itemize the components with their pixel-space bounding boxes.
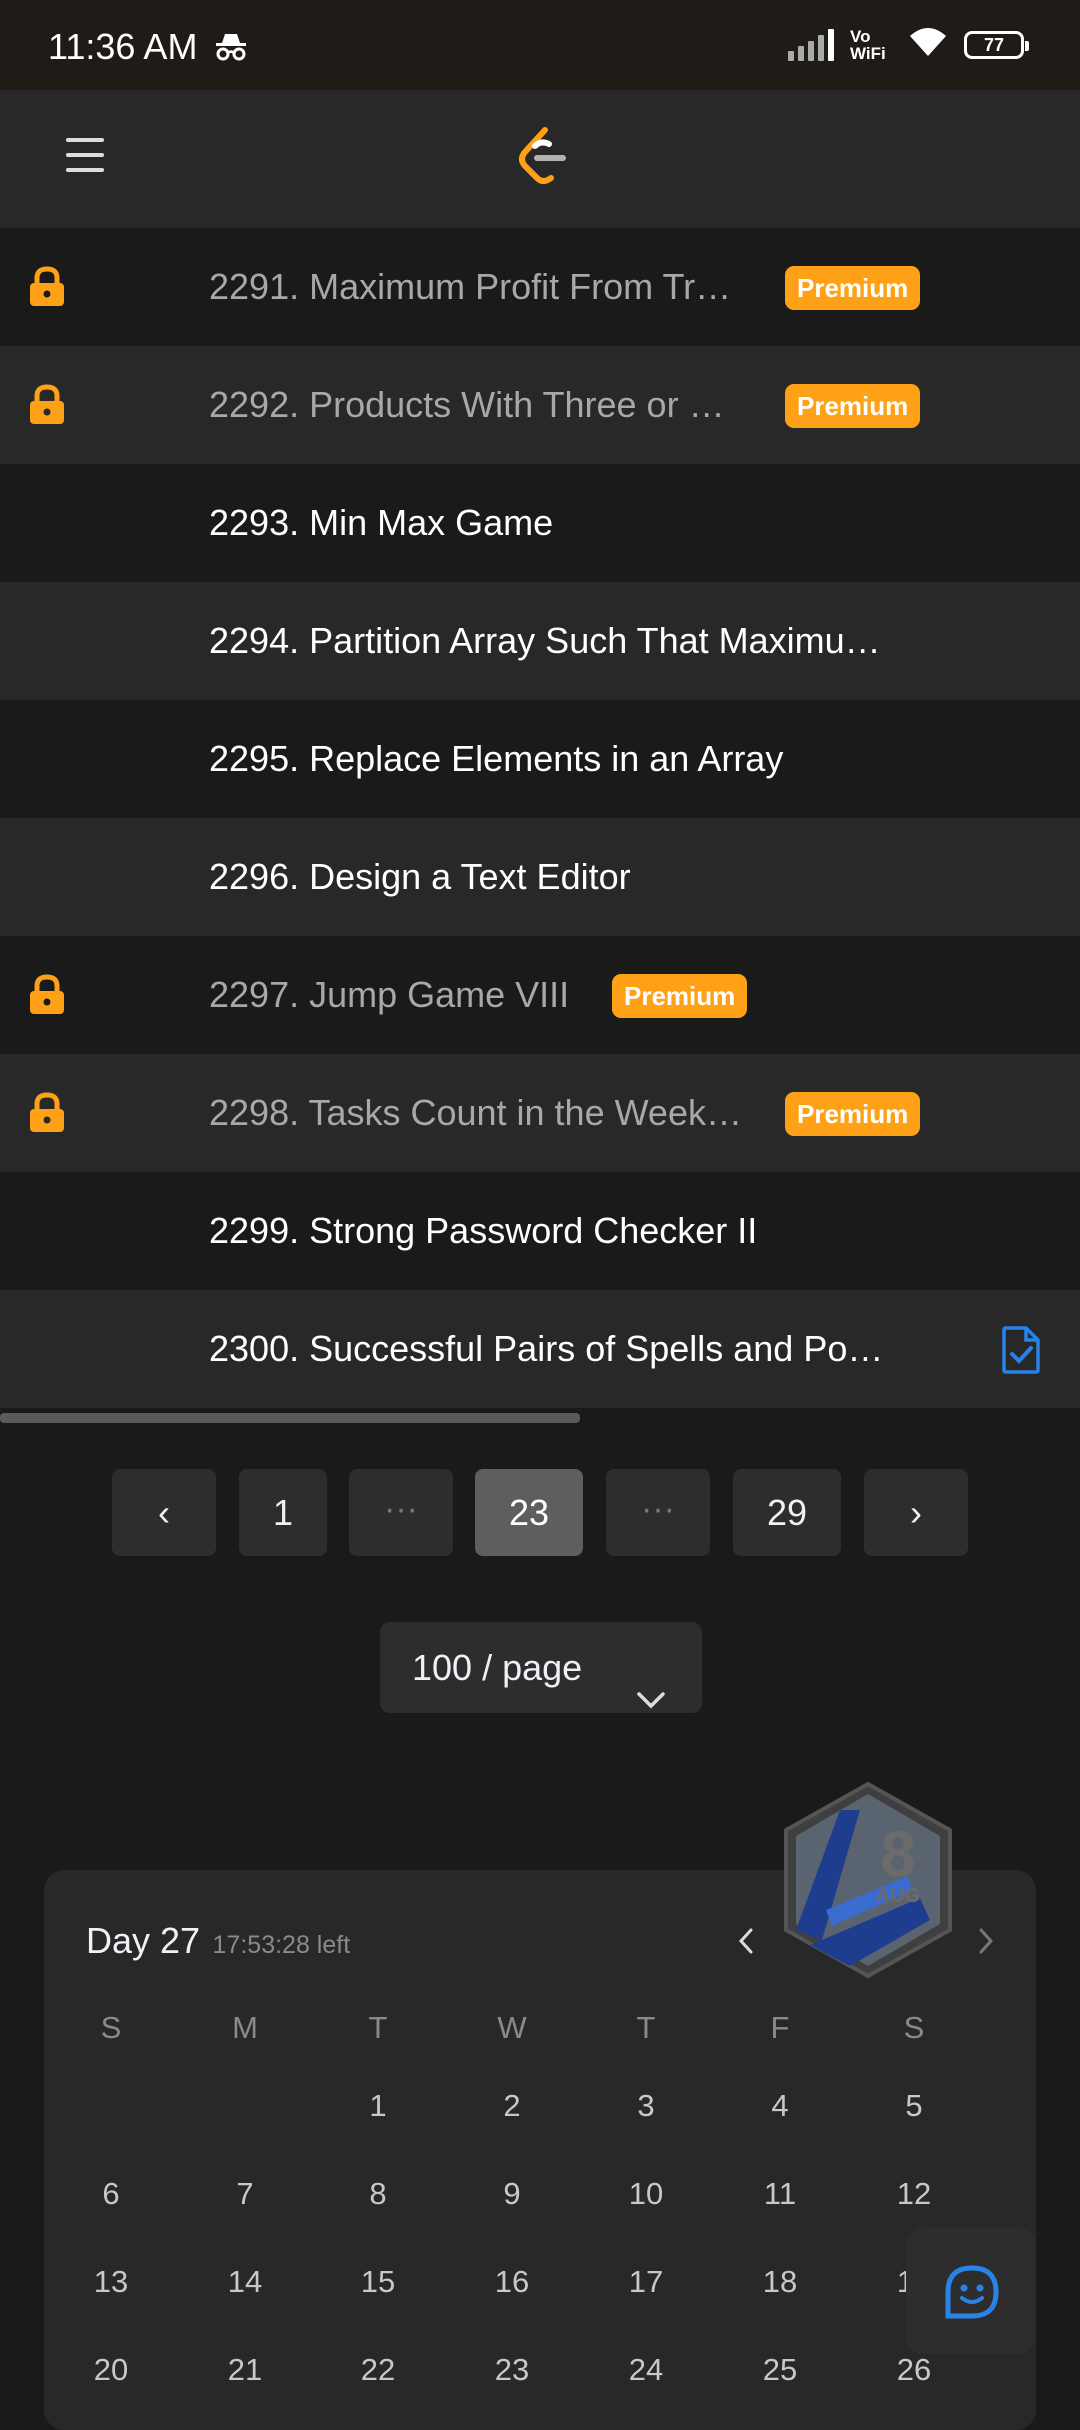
page-size-label: 100 / page (412, 1647, 583, 1688)
problem-row[interactable]: 2297. Jump Game VIII Premium (0, 936, 1080, 1054)
calendar-day-cell[interactable]: 15 (338, 2264, 418, 2300)
wifi-icon (908, 26, 948, 63)
calendar-day-cell[interactable]: 3 (606, 2088, 686, 2124)
prev-page-button[interactable]: ‹ (112, 1469, 216, 1556)
chevron-down-icon (636, 1652, 666, 1743)
feedback-chat-button[interactable] (906, 2228, 1036, 2354)
app-header (0, 90, 1080, 228)
problem-title[interactable]: 2299. Strong Password Checker II (209, 1172, 757, 1290)
problem-title[interactable]: 2295. Replace Elements in an Array (209, 700, 783, 818)
vowifi-label: Vo WiFi (850, 26, 886, 63)
calendar-day-cell[interactable]: 12 (874, 2176, 954, 2212)
problem-title[interactable]: 2292. Products With Three or … (209, 346, 725, 464)
calendar-day-cell[interactable]: 5 (874, 2088, 954, 2124)
calendar-day-cell[interactable]: 20 (71, 2352, 151, 2388)
problem-title[interactable]: 2296. Design a Text Editor (209, 818, 631, 936)
battery-icon: 77 (964, 30, 1029, 59)
calendar-day-cell[interactable]: 13 (71, 2264, 151, 2300)
calendar-day-cell[interactable]: 24 (606, 2352, 686, 2388)
calendar-day-cell[interactable]: 7 (205, 2176, 285, 2212)
problem-row[interactable]: 2296. Design a Text Editor (0, 818, 1080, 936)
page-ellipsis-left[interactable]: ··· (349, 1469, 453, 1556)
calendar-day-cell[interactable]: 1 (338, 2088, 418, 2124)
lock-icon (28, 266, 66, 313)
calendar-day-cell[interactable]: 11 (740, 2176, 820, 2212)
calendar-day-cell[interactable]: 23 (472, 2352, 552, 2388)
weekday-label: T (368, 2010, 388, 2045)
page-1-button[interactable]: 1 (239, 1469, 327, 1556)
leetcode-logo[interactable] (515, 126, 569, 191)
premium-badge: Premium (612, 974, 748, 1018)
problem-title[interactable]: 2291. Maximum Profit From Tr… (209, 228, 731, 346)
calendar-day-cell[interactable]: 22 (338, 2352, 418, 2388)
lock-icon (28, 974, 66, 1021)
calendar-day-cell[interactable]: 17 (606, 2264, 686, 2300)
problem-row[interactable]: 2291. Maximum Profit From Tr… Premium (0, 228, 1080, 346)
problem-title[interactable]: 2293. Min Max Game (209, 464, 553, 582)
solution-doc-icon[interactable] (1002, 1326, 1040, 1379)
weekday-label: W (497, 2010, 527, 2045)
calendar-day-cell[interactable]: 26 (874, 2352, 954, 2388)
calendar-day-cell[interactable]: 9 (472, 2176, 552, 2212)
calendar-day-cell[interactable]: 14 (205, 2264, 285, 2300)
calendar-day-label: Day 27 (86, 1920, 201, 1961)
problem-row[interactable]: 2294. Partition Array Such That Maximu… (0, 582, 1080, 700)
calendar-day-cell[interactable]: 16 (472, 2264, 552, 2300)
weekday-label: S (903, 2010, 925, 2045)
smiley-chat-icon (945, 2265, 999, 2319)
badge-month: AUG (876, 1885, 920, 1907)
horizontal-scrollbar[interactable] (0, 1413, 580, 1423)
calendar-prev-icon[interactable] (736, 1926, 756, 1961)
problem-row[interactable]: 2298. Tasks Count in the Week… Premium (0, 1054, 1080, 1172)
calendar-day-cell[interactable]: 2 (472, 2088, 552, 2124)
lock-icon (28, 1092, 66, 1139)
monthly-badge-icon[interactable]: 8 AUG (780, 1780, 956, 1985)
page-size-select[interactable]: 100 / page (380, 1622, 702, 1713)
cell-signal-icon (788, 28, 834, 61)
problem-row[interactable]: 2292. Products With Three or … Premium (0, 346, 1080, 464)
next-page-button[interactable]: › (864, 1469, 968, 1556)
lock-icon (28, 384, 66, 431)
page-last-button[interactable]: 29 (733, 1469, 841, 1556)
problem-row[interactable]: 2300. Successful Pairs of Spells and Po… (0, 1290, 1080, 1408)
page-ellipsis-right[interactable]: ··· (606, 1469, 710, 1556)
problem-list: 2291. Maximum Profit From Tr… Premium 22… (0, 228, 1080, 1408)
pagination: ‹ 1 ··· 23 ··· 29 › (0, 1469, 1080, 1556)
status-bar: 11:36 AM Vo WiFi 77 (0, 0, 1080, 90)
calendar-day-cell[interactable]: 6 (71, 2176, 151, 2212)
weekday-label: T (636, 2010, 656, 2045)
problem-row[interactable]: 2299. Strong Password Checker II (0, 1172, 1080, 1290)
incognito-icon (214, 32, 248, 67)
premium-badge: Premium (785, 384, 921, 428)
calendar-day-cell[interactable]: 8 (338, 2176, 418, 2212)
page-current-button[interactable]: 23 (475, 1469, 583, 1556)
badge-day: 8 (880, 1818, 916, 1890)
calendar-day-cell[interactable]: 18 (740, 2264, 820, 2300)
calendar-next-icon[interactable] (976, 1926, 996, 1961)
weekday-label: F (770, 2010, 790, 2045)
calendar-header: Day 27 17:53:28 left (86, 1920, 350, 1962)
weekday-label: S (100, 2010, 122, 2045)
calendar-day-cell[interactable]: 4 (740, 2088, 820, 2124)
status-time: 11:36 AM (48, 26, 198, 67)
problem-title[interactable]: 2294. Partition Array Such That Maximu… (209, 582, 881, 700)
weekday-label: M (232, 2010, 258, 2045)
problem-title[interactable]: 2300. Successful Pairs of Spells and Po… (209, 1290, 883, 1408)
hamburger-icon[interactable] (66, 138, 104, 176)
calendar-time-left: 17:53:28 left (212, 1931, 351, 1959)
problem-title[interactable]: 2297. Jump Game VIII (209, 936, 569, 1054)
premium-badge: Premium (785, 266, 921, 310)
calendar-day-cell[interactable]: 21 (205, 2352, 285, 2388)
premium-badge: Premium (785, 1092, 921, 1136)
problem-title[interactable]: 2298. Tasks Count in the Week… (209, 1054, 742, 1172)
calendar-day-cell[interactable]: 25 (740, 2352, 820, 2388)
calendar-day-cell[interactable]: 10 (606, 2176, 686, 2212)
problem-row[interactable]: 2295. Replace Elements in an Array (0, 700, 1080, 818)
problem-row[interactable]: 2293. Min Max Game (0, 464, 1080, 582)
